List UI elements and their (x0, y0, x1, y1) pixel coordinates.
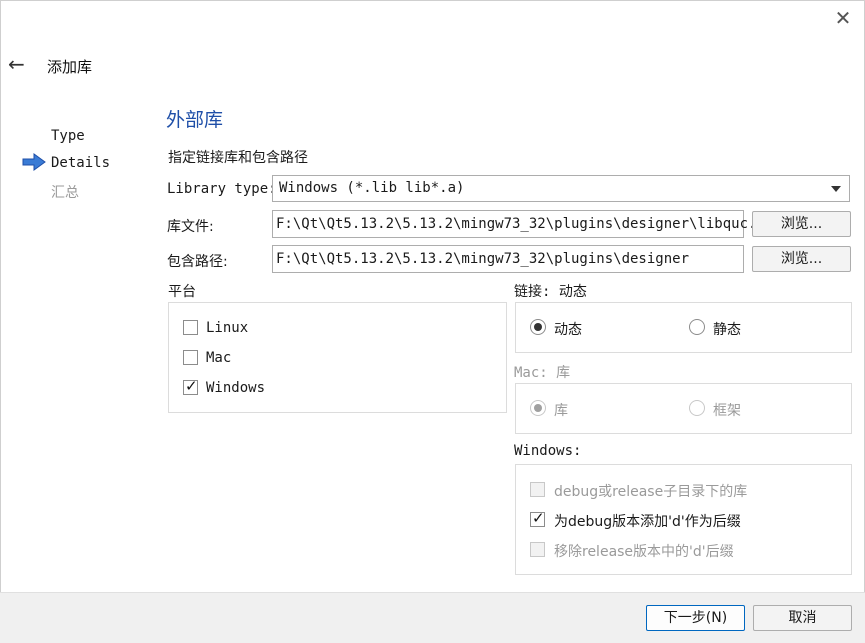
dialog-title: 添加库 (47, 58, 93, 76)
mac-checkbox[interactable] (183, 350, 198, 365)
next-button[interactable]: 下一步(N) (646, 605, 745, 631)
library-file-input[interactable]: F:\Qt\Qt5.13.2\5.13.2\mingw73_32\plugins… (272, 210, 765, 238)
page-subtitle: 指定链接库和包含路径 (168, 150, 308, 166)
close-icon[interactable]: ✕ (830, 6, 856, 30)
windows-checkbox[interactable]: ✓ (183, 377, 198, 395)
library-type-value: Windows (*.lib lib*.a) (279, 180, 465, 196)
linking-group-title: 链接: 动态 (514, 284, 587, 300)
debug-suffix-label: 为debug版本添加'd'作为后缀 (554, 514, 741, 530)
current-step-arrow-icon (22, 153, 46, 171)
include-path-value: F:\Qt\Qt5.13.2\5.13.2\mingw73_32\plugins… (276, 251, 690, 267)
debug-suffix-checkbox[interactable]: ✓ (530, 509, 545, 527)
include-path-input[interactable]: F:\Qt\Qt5.13.2\5.13.2\mingw73_32\plugins… (272, 245, 744, 273)
subdir-checkbox (530, 482, 545, 497)
include-path-label: 包含路径: (167, 254, 228, 270)
library-type-select[interactable]: Windows (*.lib lib*.a) (272, 175, 850, 202)
library-type-label: Library type: (167, 181, 277, 197)
dynamic-radio[interactable] (530, 319, 546, 335)
include-path-browse-button[interactable]: 浏览... (752, 246, 851, 272)
step-type: Type (51, 128, 85, 144)
checkmark-icon: ✓ (185, 377, 198, 395)
step-summary: 汇总 (51, 185, 79, 201)
mac-framework-label: 框架 (713, 403, 741, 419)
back-arrow-icon[interactable]: ← (8, 52, 32, 76)
platform-group-title: 平台 (168, 284, 196, 300)
windows-label: Windows (206, 380, 266, 396)
subdir-label: debug或release子目录下的库 (554, 484, 748, 500)
cancel-button[interactable]: 取消 (753, 605, 852, 631)
step-details: Details (51, 155, 111, 171)
mac-group-title: Mac: 库 (514, 365, 571, 381)
dynamic-label: 动态 (554, 322, 582, 338)
chevron-down-icon (831, 186, 841, 192)
remove-suffix-label: 移除release版本中的'd'后缀 (554, 544, 734, 560)
mac-library-label: 库 (554, 403, 568, 419)
mac-framework-radio (689, 400, 705, 416)
linux-checkbox[interactable] (183, 320, 198, 335)
page-title: 外部库 (166, 109, 224, 131)
mac-library-radio (530, 400, 546, 416)
static-radio[interactable] (689, 319, 705, 335)
remove-suffix-checkbox (530, 542, 545, 557)
linux-label: Linux (206, 320, 249, 336)
checkmark-icon: ✓ (532, 509, 545, 527)
library-file-label: 库文件: (167, 219, 214, 235)
mac-label: Mac (206, 350, 232, 366)
windows-group-title: Windows: (514, 443, 582, 459)
library-file-value: F:\Qt\Qt5.13.2\5.13.2\mingw73_32\plugins… (276, 216, 765, 232)
library-file-browse-button[interactable]: 浏览... (752, 211, 851, 237)
static-label: 静态 (713, 322, 741, 338)
